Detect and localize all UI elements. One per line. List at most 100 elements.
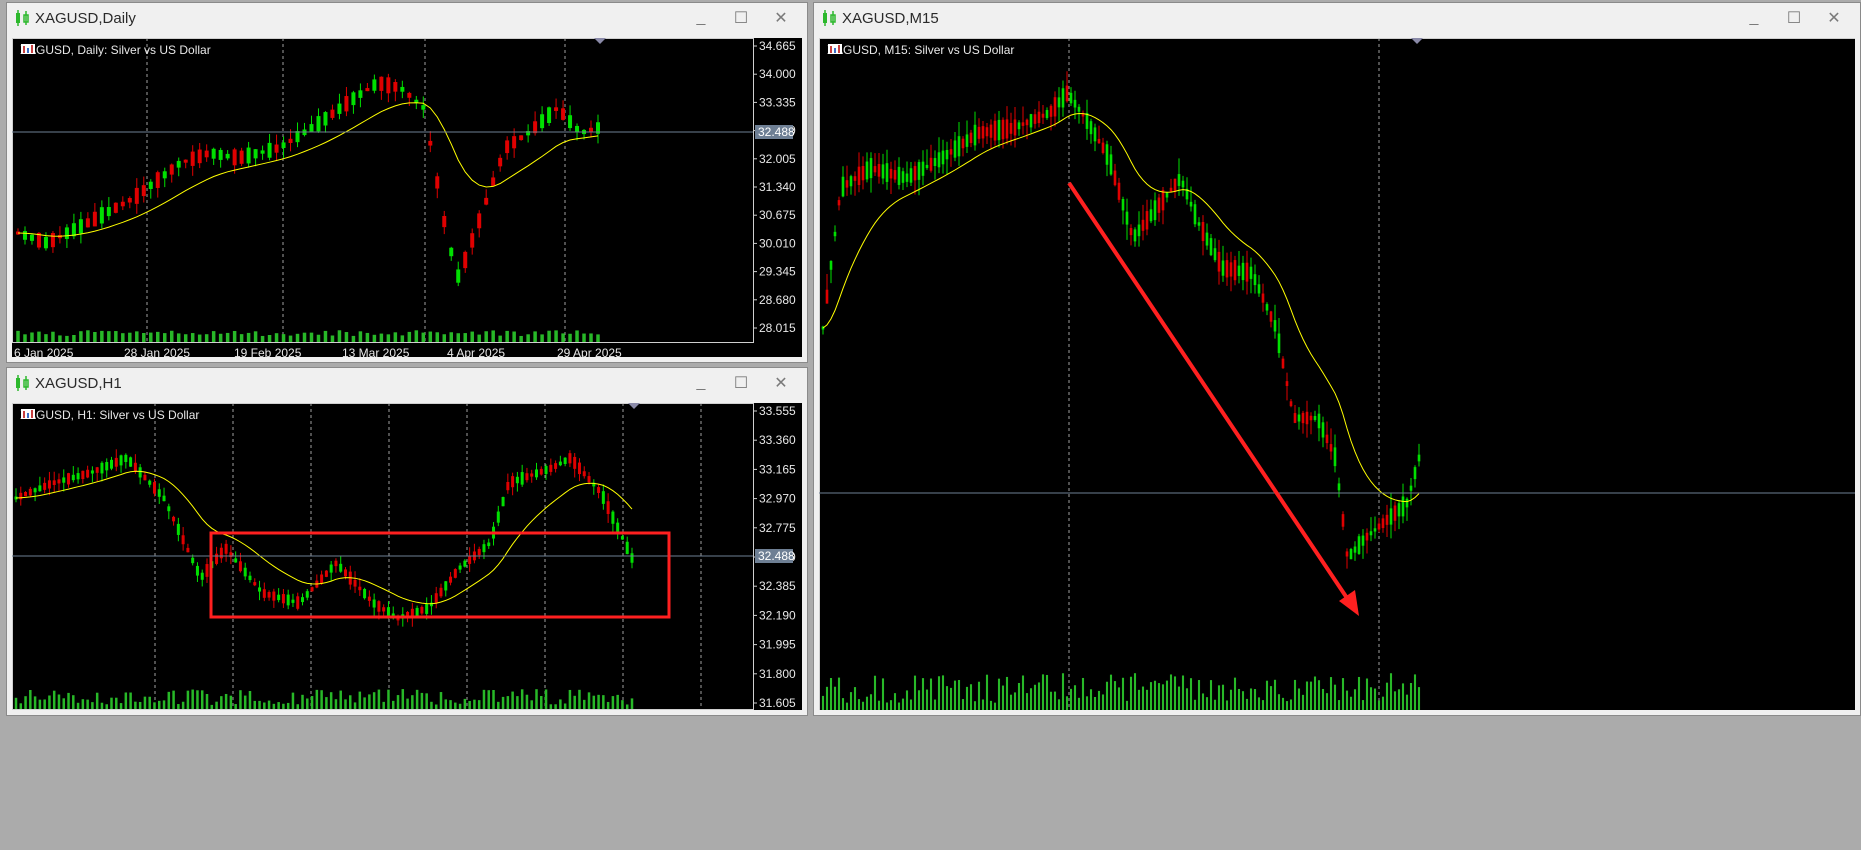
candle-body xyxy=(977,126,981,139)
candle-body xyxy=(1241,262,1245,281)
candle-body xyxy=(1329,444,1333,452)
candle-body xyxy=(29,234,34,241)
candle-body xyxy=(1369,531,1373,536)
candle-body xyxy=(1077,106,1081,112)
minimize-button[interactable]: _ xyxy=(681,3,721,33)
maximize-button[interactable]: ☐ xyxy=(721,368,761,398)
candle-body xyxy=(415,607,419,616)
chart-area[interactable]: XAGUSD, H1: Silver vs US Dollar 33.555 33… xyxy=(12,403,802,710)
legend-text: XAGUSD, M15: Silver vs US Dollar xyxy=(827,43,1015,57)
candle-body xyxy=(1041,113,1045,118)
candle-body xyxy=(1337,483,1341,491)
candle-body xyxy=(277,594,281,601)
candle-body xyxy=(152,482,156,494)
candle-body xyxy=(1209,238,1213,256)
chart-shift-marker[interactable] xyxy=(628,403,640,409)
candle-body xyxy=(463,251,468,269)
candle-body xyxy=(1393,505,1397,521)
candle-body xyxy=(1145,211,1149,230)
candle-body xyxy=(1061,88,1065,108)
minimize-icon: _ xyxy=(696,374,706,391)
candle-body xyxy=(470,233,475,248)
candle-body xyxy=(530,473,534,477)
candle-body xyxy=(1065,85,1069,102)
candle-body xyxy=(316,116,321,132)
chart-area[interactable]: XAGUSD, Daily: Silver vs US Dollar 34.66… xyxy=(12,38,802,357)
candle-body xyxy=(377,601,381,612)
candle-body xyxy=(113,202,118,213)
candle-body xyxy=(933,158,937,167)
candle-body xyxy=(127,198,132,203)
close-button[interactable]: ✕ xyxy=(761,3,801,33)
candle-body xyxy=(511,476,515,488)
candle-body xyxy=(57,479,61,484)
chart-shift-marker[interactable] xyxy=(1411,38,1423,44)
candle-body xyxy=(100,462,104,474)
candle-body xyxy=(1033,114,1037,124)
window-titlebar[interactable]: XAGUSD,M15 _ ☐ ✕ xyxy=(814,3,1860,33)
candle-body xyxy=(1177,174,1181,186)
candle-body xyxy=(849,176,853,187)
candle-body xyxy=(1005,119,1009,139)
time-axis-label: 4 Apr 2025 xyxy=(447,346,505,357)
candle-body xyxy=(309,124,314,132)
candle-body xyxy=(857,166,861,186)
candle-body xyxy=(1213,248,1217,261)
candle-body xyxy=(33,488,37,493)
candle-body xyxy=(353,579,357,587)
chart-shift-marker[interactable] xyxy=(594,38,606,44)
candle-body xyxy=(449,576,453,583)
close-button[interactable]: ✕ xyxy=(761,368,801,398)
window-titlebar[interactable]: XAGUSD,Daily _ ☐ ✕ xyxy=(7,3,807,33)
candle-body xyxy=(119,455,123,466)
candle-body xyxy=(597,487,601,493)
minimize-button[interactable]: _ xyxy=(1734,3,1774,33)
candle-body xyxy=(1389,508,1393,525)
price-axis-label: 32.190 xyxy=(759,608,796,622)
current-price-label: 32.488 xyxy=(758,549,795,563)
candle-body xyxy=(1345,551,1349,557)
candlestick-window-icon xyxy=(823,10,836,26)
candle-body xyxy=(945,149,949,160)
price-axis-label: 31.800 xyxy=(759,667,796,681)
candle-body xyxy=(1265,304,1269,311)
candle-body xyxy=(520,472,524,485)
candle-body xyxy=(837,200,841,206)
candle-body xyxy=(114,457,118,467)
candle-body xyxy=(487,542,491,547)
candle-body xyxy=(71,223,76,237)
close-button[interactable]: ✕ xyxy=(1814,3,1854,33)
candle-body xyxy=(981,126,985,139)
candle-body xyxy=(477,548,481,556)
candle-body xyxy=(1097,138,1101,144)
price-axis-label: 32.775 xyxy=(759,521,796,535)
candle-body xyxy=(281,594,285,604)
maximize-button[interactable]: ☐ xyxy=(721,3,761,33)
candle-body xyxy=(1305,411,1309,425)
candle-body xyxy=(393,82,398,92)
candle-body xyxy=(47,480,51,489)
minimize-button[interactable]: _ xyxy=(681,368,721,398)
window-title: XAGUSD,Daily xyxy=(35,9,136,27)
candle-body xyxy=(1121,198,1125,211)
candle-body xyxy=(1149,209,1153,222)
candle-body xyxy=(833,231,837,237)
candle-body xyxy=(351,92,356,106)
candle-body xyxy=(253,149,258,159)
candle-body xyxy=(1113,170,1117,186)
maximize-icon: ☐ xyxy=(733,10,749,27)
window-titlebar[interactable]: XAGUSD,H1 _ ☐ ✕ xyxy=(7,368,807,398)
candle-body xyxy=(477,213,482,229)
candle-body xyxy=(138,467,142,478)
candle-body xyxy=(425,603,429,614)
candle-body xyxy=(106,207,111,217)
candle-body xyxy=(1089,121,1093,135)
candle-body xyxy=(1205,232,1209,246)
candle-body xyxy=(1397,503,1401,517)
maximize-button[interactable]: ☐ xyxy=(1774,3,1814,33)
legend-text: XAGUSD, H1: Silver vs US Dollar xyxy=(20,408,200,422)
candle-body xyxy=(105,462,109,471)
candle-body xyxy=(239,150,244,164)
chart-area[interactable]: XAGUSD, M15: Silver vs US Dollar 6 May 2… xyxy=(819,38,1855,710)
candle-body xyxy=(382,607,386,612)
